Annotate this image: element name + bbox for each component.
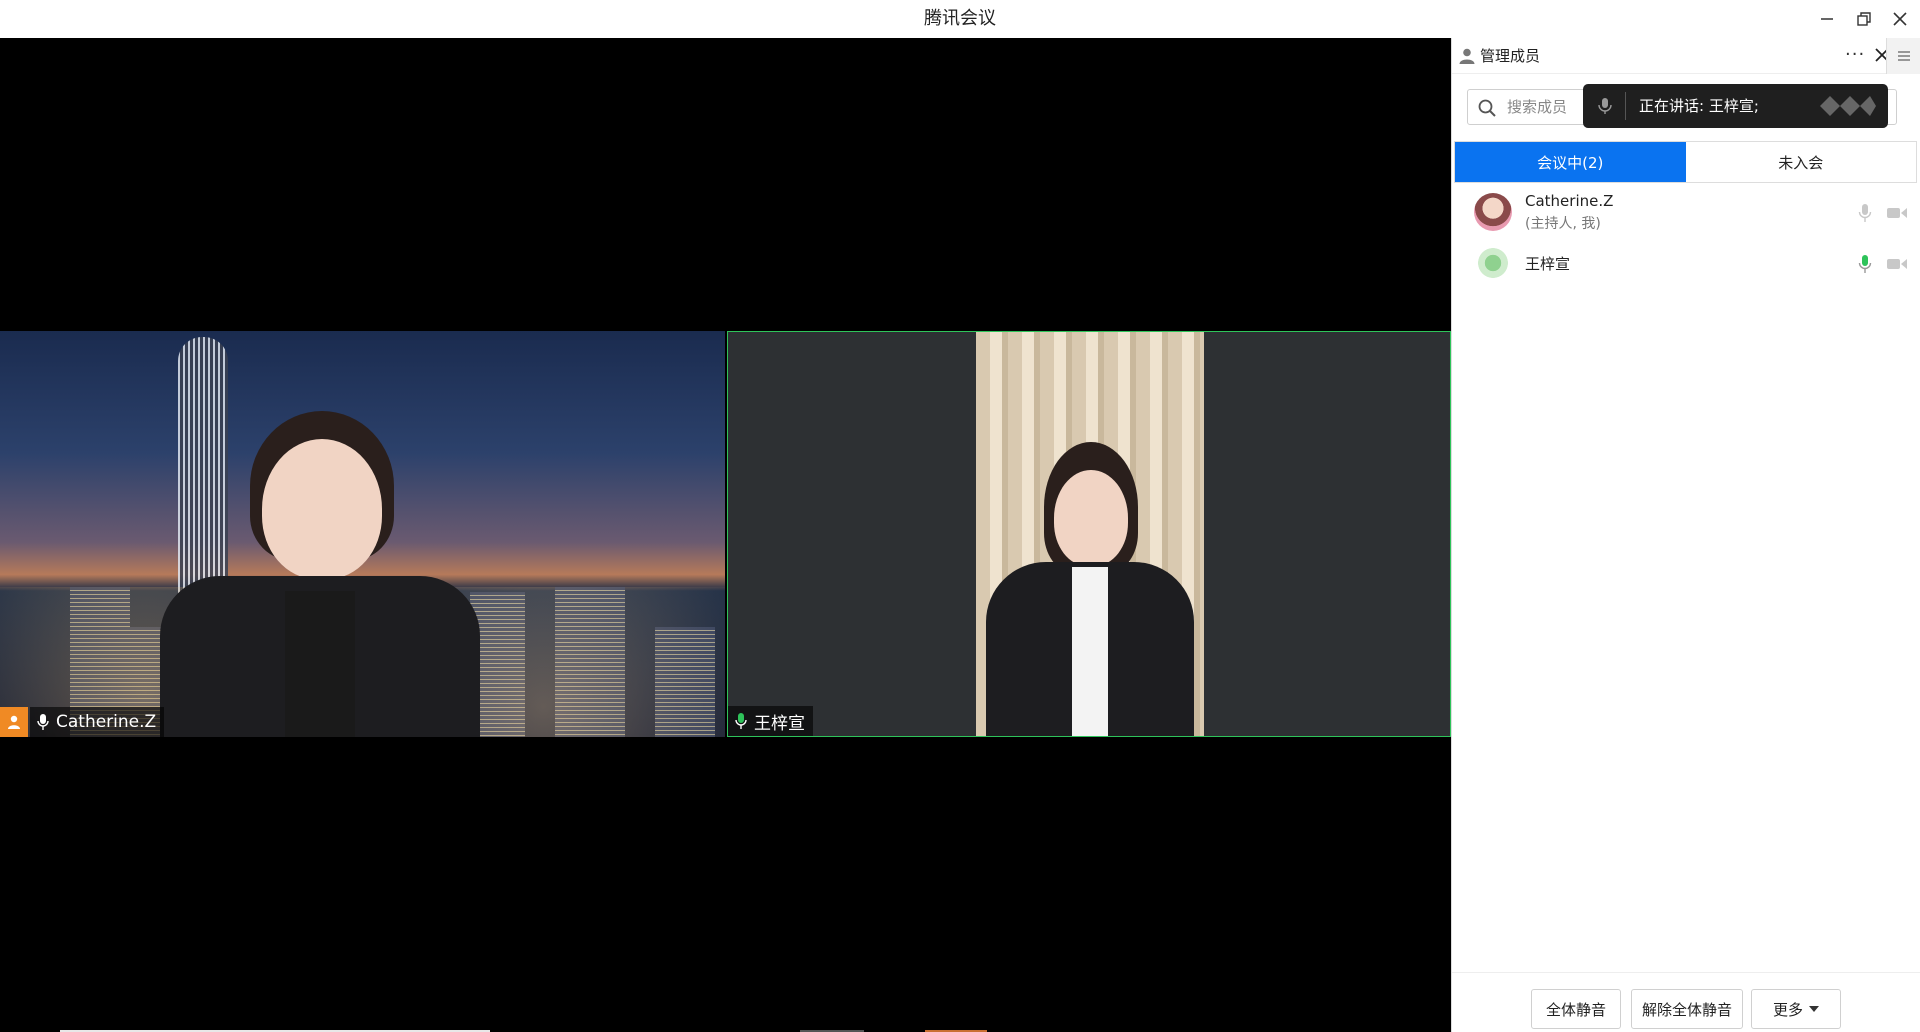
member-tabs: 会议中(2) 未入会 — [1454, 141, 1917, 183]
panel-menu-button[interactable] — [1886, 38, 1920, 74]
host-badge — [0, 707, 28, 737]
mic-active-icon[interactable] — [1858, 254, 1872, 274]
mic-muted-icon[interactable] — [1858, 203, 1872, 223]
unmute-all-button[interactable]: 解除全体静音 — [1631, 989, 1743, 1029]
restore-button[interactable] — [1848, 4, 1880, 34]
panel-footer: 全体静音 解除全体静音 更多 — [1452, 972, 1920, 1032]
member-row[interactable]: 王梓宣 — [1452, 241, 1920, 293]
participants-panel: 管理成员 ··· 搜索成员 正在讲话: 王梓宣; 会议中(2) 未入会 Cath… — [1451, 38, 1920, 1032]
panel-header: 管理成员 ··· — [1452, 38, 1920, 74]
camera-icon[interactable] — [1886, 206, 1908, 220]
tab-in-meeting[interactable]: 会议中(2) — [1455, 142, 1686, 182]
video-stage: Catherine.Z 王梓宣 — [0, 38, 1451, 1032]
chevron-down-icon — [1809, 1006, 1819, 1012]
avatar — [1474, 244, 1512, 282]
title-bar: 腾讯会议 — [0, 0, 1920, 38]
person-figure — [976, 442, 1204, 736]
member-icon — [1459, 48, 1475, 64]
mute-all-button[interactable]: 全体静音 — [1531, 989, 1621, 1029]
search-placeholder: 搜索成员 — [1507, 98, 1568, 116]
close-window-button[interactable] — [1884, 4, 1916, 34]
video-tile-wangzixuan[interactable]: 王梓宣 — [727, 331, 1451, 737]
search-icon — [1478, 99, 1496, 117]
mic-active-icon — [735, 713, 747, 729]
person-figure — [140, 411, 500, 737]
member-name: 王梓宣 — [1525, 255, 1571, 273]
more-button[interactable]: 更多 — [1751, 989, 1841, 1029]
speaking-indicator: 正在讲话: 王梓宣; — [1583, 84, 1888, 128]
hamburger-icon — [1898, 51, 1910, 61]
minimize-button[interactable] — [1811, 4, 1843, 34]
member-role: (主持人, 我) — [1525, 216, 1601, 232]
video-nametag: 王梓宣 — [728, 706, 813, 736]
tab-not-joined[interactable]: 未入会 — [1686, 142, 1917, 182]
restore-icon — [1857, 12, 1871, 26]
window-title: 腾讯会议 — [924, 8, 996, 29]
user-icon — [8, 715, 20, 729]
camera-icon[interactable] — [1886, 257, 1908, 271]
panel-title: 管理成员 — [1480, 47, 1541, 65]
speaking-text: 正在讲话: 王梓宣; — [1639, 97, 1759, 115]
more-button-label: 更多 — [1772, 1000, 1803, 1019]
mic-icon — [37, 714, 49, 730]
member-name: Catherine.Z — [1525, 192, 1614, 210]
video-tile-catherine[interactable]: Catherine.Z — [0, 331, 725, 737]
nametag-label: 王梓宣 — [754, 713, 805, 734]
member-row[interactable]: Catherine.Z (主持人, 我) — [1452, 188, 1920, 240]
minimize-icon — [1821, 18, 1833, 20]
mic-icon — [1598, 98, 1612, 114]
video-nametag: Catherine.Z — [30, 707, 165, 737]
avatar — [1474, 193, 1512, 231]
more-options-button[interactable]: ··· — [1845, 44, 1865, 65]
nametag-label: Catherine.Z — [56, 712, 157, 732]
audio-wave-icon — [1820, 96, 1876, 116]
close-icon — [1893, 12, 1907, 26]
